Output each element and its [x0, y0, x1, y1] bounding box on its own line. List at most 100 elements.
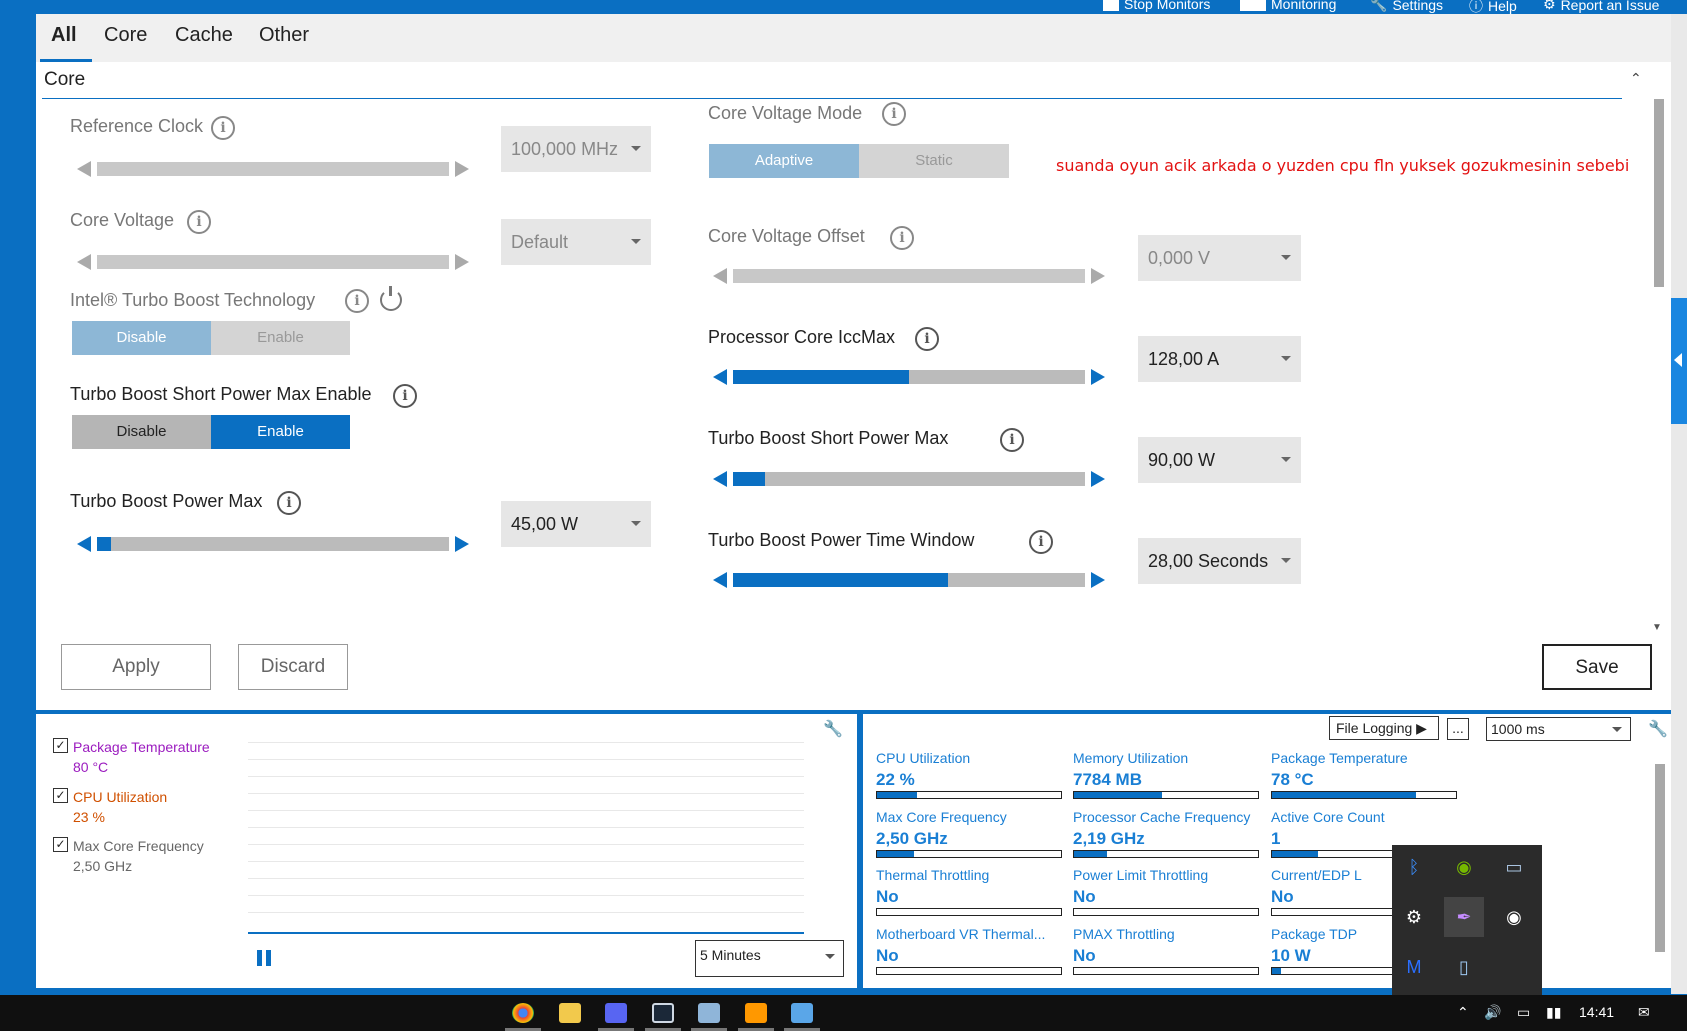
- increase-arrow-icon[interactable]: [1091, 369, 1105, 385]
- scroll-down-arrow-icon[interactable]: ▼: [1652, 622, 1662, 633]
- tab-cache[interactable]: Cache: [175, 24, 233, 47]
- stats-scrollbar-thumb[interactable]: [1655, 764, 1665, 952]
- reference-clock-slider[interactable]: [77, 159, 469, 179]
- more-options-button[interactable]: ...: [1447, 718, 1469, 740]
- decrease-arrow-icon[interactable]: [77, 536, 91, 552]
- power-icon[interactable]: [380, 286, 402, 311]
- max-core-frequency-checkbox[interactable]: ✓: [53, 837, 68, 852]
- device-icon[interactable]: ▯: [1444, 947, 1484, 987]
- info-icon[interactable]: i: [187, 210, 211, 234]
- tab-core[interactable]: Core: [104, 24, 147, 47]
- decrease-arrow-icon[interactable]: [77, 161, 91, 177]
- graph-gridline: [248, 742, 804, 743]
- disable-option[interactable]: Disable: [72, 415, 211, 449]
- discard-button[interactable]: Discard: [238, 644, 348, 690]
- stat-value: No: [1073, 946, 1096, 965]
- battery-icon[interactable]: ▮▮: [1546, 1004, 1561, 1021]
- voltage-offset-dropdown[interactable]: 0,000 V: [1138, 235, 1301, 281]
- discord-icon[interactable]: ◉: [1494, 897, 1534, 937]
- adaptive-option[interactable]: Adaptive: [709, 144, 859, 178]
- malwarebytes-icon[interactable]: M: [1394, 947, 1434, 987]
- nvidia-icon[interactable]: ◉: [1444, 847, 1484, 887]
- duration-select[interactable]: 5 Minutes: [695, 940, 844, 977]
- feather-icon[interactable]: ✒: [1444, 897, 1484, 937]
- steam-icon[interactable]: ⚙: [1394, 897, 1434, 937]
- file-logging-button[interactable]: File Logging ▶: [1329, 716, 1439, 740]
- file-explorer-icon[interactable]: [559, 1003, 581, 1023]
- clock[interactable]: 14:41: [1579, 1004, 1614, 1020]
- apply-button[interactable]: Apply: [61, 644, 211, 690]
- chevron-up-icon[interactable]: ⌃: [1457, 1004, 1469, 1021]
- notepad-icon[interactable]: [791, 1003, 813, 1023]
- wrench-icon[interactable]: 🔧: [1648, 719, 1668, 739]
- enable-option[interactable]: Enable: [211, 415, 350, 449]
- reference-clock-dropdown[interactable]: 100,000 MHz: [501, 126, 651, 172]
- voltage-offset-slider[interactable]: [713, 266, 1105, 286]
- increase-arrow-icon[interactable]: [1091, 471, 1105, 487]
- info-icon[interactable]: i: [1000, 428, 1024, 452]
- info-icon[interactable]: i: [211, 116, 235, 140]
- stat-bar: [1073, 908, 1259, 916]
- save-button[interactable]: Save: [1542, 644, 1652, 690]
- increase-arrow-icon[interactable]: [1091, 268, 1105, 284]
- graph-gridline: [248, 776, 804, 777]
- decrease-arrow-icon[interactable]: [713, 268, 727, 284]
- disable-option[interactable]: Disable: [72, 321, 211, 355]
- tab-all[interactable]: All: [51, 24, 77, 47]
- core-voltage-dropdown[interactable]: Default: [501, 219, 651, 265]
- discord-icon[interactable]: [605, 1003, 627, 1023]
- display-icon[interactable]: ▭: [1494, 847, 1534, 887]
- info-icon[interactable]: i: [277, 491, 301, 515]
- time-window-slider[interactable]: [713, 570, 1105, 590]
- decrease-arrow-icon[interactable]: [713, 572, 727, 588]
- info-icon[interactable]: i: [1029, 530, 1053, 554]
- volume-icon[interactable]: 🔊: [1484, 1004, 1501, 1021]
- enable-option[interactable]: Enable: [211, 321, 350, 355]
- info-icon[interactable]: i: [393, 384, 417, 408]
- bluetooth-icon[interactable]: ᛒ: [1394, 847, 1434, 887]
- static-option[interactable]: Static: [859, 144, 1009, 178]
- increase-arrow-icon[interactable]: [1091, 572, 1105, 588]
- decrease-arrow-icon[interactable]: [77, 254, 91, 270]
- decrease-arrow-icon[interactable]: [713, 369, 727, 385]
- cpu-utilization-checkbox[interactable]: ✓: [53, 788, 68, 803]
- steam-icon[interactable]: [652, 1003, 674, 1023]
- collapse-chevron-icon[interactable]: ⌃: [1630, 70, 1642, 87]
- legend-max-core-frequency-value: 2,50 GHz: [73, 858, 133, 874]
- short-power-max-slider[interactable]: [713, 469, 1105, 489]
- interval-select[interactable]: 1000 ms: [1486, 717, 1631, 741]
- scrollbar-thumb[interactable]: [1654, 99, 1664, 287]
- photos-icon[interactable]: [698, 1003, 720, 1023]
- report-issue-button[interactable]: ⚙ Report an Issue: [1543, 0, 1659, 13]
- wrench-icon[interactable]: 🔧: [823, 719, 843, 739]
- power-max-dropdown[interactable]: 45,00 W: [501, 501, 651, 547]
- iccmax-slider[interactable]: [713, 367, 1105, 387]
- chrome-icon[interactable]: [512, 1003, 534, 1023]
- package-temperature-checkbox[interactable]: ✓: [53, 738, 68, 753]
- wrench-icon: 🔧: [1370, 0, 1388, 12]
- pause-icon[interactable]: [257, 950, 271, 966]
- info-icon[interactable]: i: [915, 327, 939, 351]
- core-voltage-slider[interactable]: [77, 252, 469, 272]
- time-window-dropdown[interactable]: 28,00 Seconds: [1138, 538, 1301, 584]
- info-icon[interactable]: i: [890, 226, 914, 250]
- increase-arrow-icon[interactable]: [455, 161, 469, 177]
- tab-other[interactable]: Other: [259, 24, 309, 47]
- increase-arrow-icon[interactable]: [455, 254, 469, 270]
- sublime-icon[interactable]: [745, 1003, 767, 1023]
- info-icon[interactable]: i: [345, 289, 369, 313]
- settings-button[interactable]: 🔧 Settings: [1370, 0, 1443, 13]
- notifications-icon[interactable]: ✉: [1638, 1004, 1650, 1021]
- stop-monitors-button[interactable]: Stop Monitors: [1103, 0, 1210, 12]
- monitoring-button[interactable]: Monitoring: [1240, 0, 1336, 12]
- side-panel-toggle[interactable]: [1671, 298, 1687, 424]
- network-icon[interactable]: ▭: [1517, 1004, 1530, 1021]
- info-icon[interactable]: i: [882, 102, 906, 126]
- power-max-slider[interactable]: [77, 534, 469, 554]
- iccmax-dropdown[interactable]: 128,00 A: [1138, 336, 1301, 382]
- stat-value: 2,19 GHz: [1073, 829, 1145, 848]
- decrease-arrow-icon[interactable]: [713, 471, 727, 487]
- increase-arrow-icon[interactable]: [455, 536, 469, 552]
- short-power-max-dropdown[interactable]: 90,00 W: [1138, 437, 1301, 483]
- power-max-label: Turbo Boost Power Max: [70, 491, 263, 511]
